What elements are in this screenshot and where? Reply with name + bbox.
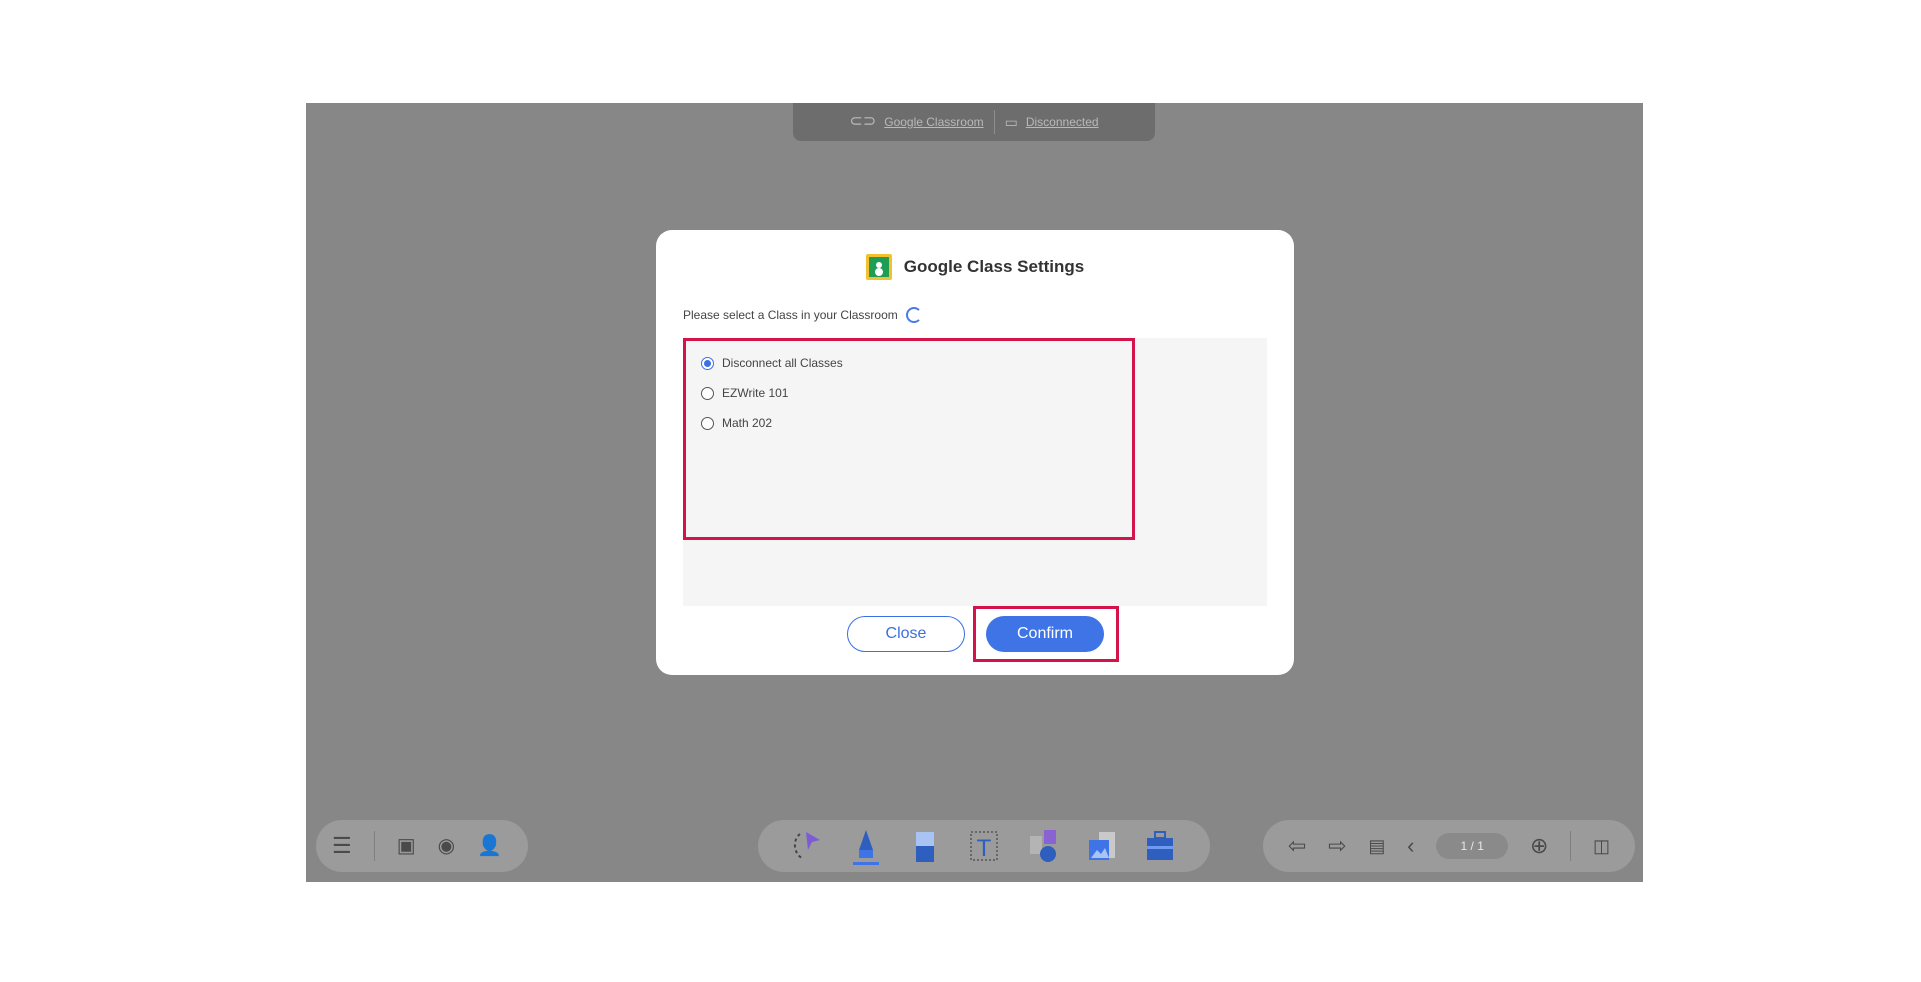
refresh-icon[interactable] <box>905 307 922 323</box>
lasso-select-icon[interactable] <box>790 826 824 866</box>
option-label: Disconnect all Classes <box>722 356 843 370</box>
page-overview-icon[interactable]: ◫ <box>1593 837 1610 855</box>
confirm-button[interactable]: Confirm <box>986 616 1104 652</box>
add-user-icon[interactable]: 👤 <box>477 836 502 856</box>
class-list: Disconnect all Classes EZWrite 101 Math … <box>683 338 1267 606</box>
divider <box>373 831 375 861</box>
book-icon: ▭ <box>1004 114 1018 130</box>
classroom-link[interactable]: ⊂⊃ Google Classroom <box>849 114 983 130</box>
eraser-icon[interactable] <box>908 826 942 866</box>
radio-button[interactable] <box>701 386 714 400</box>
redo-icon[interactable]: ⇨ <box>1328 835 1346 857</box>
classroom-status-bar: ⊂⊃ Google Classroom ▭ Disconnected <box>793 103 1155 141</box>
dialog-title: Google Class Settings <box>903 257 1085 276</box>
navigation-toolbar: ⇦ ⇨ ▤ ‹ 1 / 1 ⊕ ◫ <box>1263 820 1635 872</box>
option-label: Math 202 <box>722 416 773 430</box>
svg-text:T: T <box>977 835 992 862</box>
divider <box>1570 831 1572 861</box>
image-icon[interactable] <box>1085 826 1119 866</box>
dialog-header: Google Class Settings <box>656 252 1294 282</box>
google-classroom-logo-icon <box>865 254 892 280</box>
option-label: EZWrite 101 <box>722 386 789 400</box>
page-settings-icon[interactable]: ▤ <box>1368 837 1385 855</box>
page-indicator: 1 / 1 <box>1436 833 1509 859</box>
divider <box>993 110 995 134</box>
classroom-label: Google Classroom <box>884 115 984 129</box>
undo-icon[interactable]: ⇦ <box>1288 835 1306 857</box>
status-label: Disconnected <box>1025 115 1099 129</box>
dialog-prompt: Please select a Class in your Classroom <box>683 307 922 323</box>
chevron-left-icon[interactable]: ‹ <box>1407 835 1414 857</box>
record-icon[interactable]: ◉ <box>438 836 455 856</box>
option-math-202[interactable]: Math 202 <box>701 416 772 430</box>
whiteboard-screen: ⊂⊃ Google Classroom ▭ Disconnected Googl… <box>306 103 1643 882</box>
link-icon: ⊂⊃ <box>849 113 877 130</box>
prompt-text: Please select a Class in your Classroom <box>683 308 898 322</box>
toolbox-icon[interactable] <box>1143 826 1177 866</box>
tools-toolbar: T <box>758 820 1210 872</box>
connection-status[interactable]: ▭ Disconnected <box>1005 115 1099 129</box>
left-toolbar: ☰ ▣ ◉ 👤 <box>316 820 528 872</box>
google-class-settings-dialog: Google Class Settings Please select a Cl… <box>656 230 1294 675</box>
close-button[interactable]: Close <box>847 616 965 652</box>
shapes-icon[interactable] <box>1026 826 1060 866</box>
pen-icon[interactable] <box>849 826 883 866</box>
option-ezwrite-101[interactable]: EZWrite 101 <box>701 386 788 400</box>
menu-icon[interactable]: ☰ <box>332 835 352 857</box>
text-icon[interactable]: T <box>967 826 1001 866</box>
save-icon[interactable]: ▣ <box>397 836 416 856</box>
option-disconnect-all[interactable]: Disconnect all Classes <box>701 356 843 370</box>
radio-button[interactable] <box>701 356 714 370</box>
add-page-icon[interactable]: ⊕ <box>1530 835 1548 857</box>
radio-button[interactable] <box>701 416 714 430</box>
